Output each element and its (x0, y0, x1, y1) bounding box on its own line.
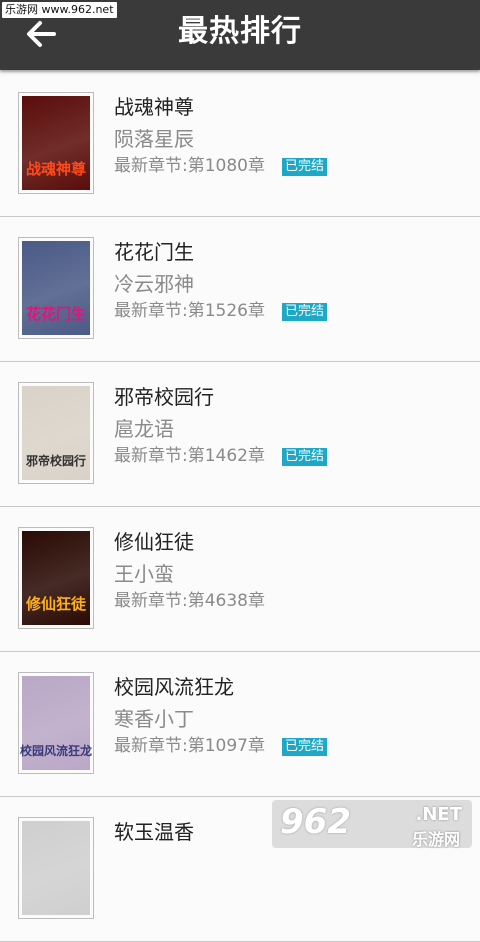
book-cover: 校园风流狂龙 (18, 672, 94, 774)
latest-chapter: 最新章节:第1462章 (114, 446, 265, 466)
latest-chapter: 最新章节:第1080章 (114, 156, 265, 176)
book-cover: 邪帝校园行 (18, 382, 94, 484)
book-title: 修仙狂徒 (114, 530, 194, 554)
status-badge: 已完结 (282, 738, 328, 756)
latest-chapter: 最新章节:第1526章 (114, 301, 265, 321)
book-title: 校园风流狂龙 (114, 675, 234, 699)
book-cover: 花花门生 (18, 237, 94, 339)
book-item[interactable]: 花花门生 花花门生 冷云邪神 最新章节:第1526章 已完结 (0, 217, 480, 362)
site-watermark: 乐游网 www.962.net (2, 2, 117, 18)
status-badge: 已完结 (282, 303, 328, 321)
book-cover: 修仙狂徒 (18, 527, 94, 629)
status-badge: 已完结 (282, 158, 328, 176)
book-author: 王小蛮 (114, 562, 174, 586)
book-title: 战魂神尊 (114, 95, 194, 119)
book-author: 陨落星辰 (114, 127, 194, 151)
site-logo-watermark: 962 .NET 乐游网 (272, 800, 472, 849)
latest-chapter: 最新章节:第4638章 (114, 591, 265, 611)
book-title: 花花门生 (114, 240, 194, 264)
app-header: 最热排行 乐游网 www.962.net (0, 0, 480, 70)
status-badge: 已完结 (282, 448, 328, 466)
book-item[interactable]: 战魂神尊 战魂神尊 陨落星辰 最新章节:第1080章 已完结 (0, 72, 480, 217)
book-cover: 战魂神尊 (18, 92, 94, 194)
book-title: 软玉温香 (114, 820, 194, 844)
book-title: 邪帝校园行 (114, 385, 214, 409)
book-author: 冷云邪神 (114, 272, 194, 296)
book-author: 扈龙语 (114, 417, 174, 441)
book-item[interactable]: 邪帝校园行 邪帝校园行 扈龙语 最新章节:第1462章 已完结 (0, 362, 480, 507)
latest-chapter: 最新章节:第1097章 (114, 736, 265, 756)
book-cover (18, 817, 94, 919)
book-item[interactable]: 修仙狂徒 修仙狂徒 王小蛮 最新章节:第4638章 (0, 507, 480, 652)
page-title: 最热排行 (178, 14, 302, 49)
book-item[interactable]: 校园风流狂龙 校园风流狂龙 寒香小丁 最新章节:第1097章 已完结 (0, 652, 480, 797)
book-author: 寒香小丁 (114, 707, 194, 731)
